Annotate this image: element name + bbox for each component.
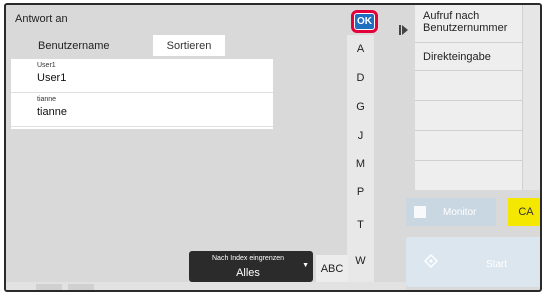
list-item-user1[interactable]: User1 User1 bbox=[11, 59, 273, 93]
index-w-button[interactable]: W bbox=[347, 255, 374, 267]
monitor-button: Monitor bbox=[406, 198, 496, 226]
index-column: A D G J M P T W bbox=[347, 35, 374, 282]
play-icon[interactable] bbox=[399, 25, 408, 35]
menu-item-label: Aufruf nach Benutzernummer bbox=[423, 10, 508, 34]
user-name: User1 bbox=[37, 72, 67, 84]
start-button: Start bbox=[406, 237, 540, 287]
user-index-label: User1 bbox=[37, 62, 56, 69]
index-j-button[interactable]: J bbox=[347, 130, 374, 142]
monitor-label: Monitor bbox=[443, 207, 477, 218]
narrow-value: Alles bbox=[236, 267, 260, 279]
dropdown-arrow-icon: ▼ bbox=[302, 262, 309, 269]
ca-button[interactable]: CA bbox=[508, 198, 540, 226]
narrow-by-index-dropdown[interactable]: Nach Index eingrenzen Alles ▼ bbox=[189, 251, 313, 282]
list-item-tianne[interactable]: tianne tianne bbox=[11, 93, 273, 127]
ok-label: OK bbox=[355, 14, 374, 29]
index-g-button[interactable]: G bbox=[347, 101, 374, 113]
user-list: User1 User1 tianne tianne bbox=[11, 59, 273, 129]
scroll-strip bbox=[522, 5, 540, 190]
bottom-status-bar bbox=[6, 282, 406, 290]
dialog-title: Antwort an bbox=[15, 13, 68, 25]
index-m-button[interactable]: M bbox=[347, 158, 374, 170]
narrow-caption: Nach Index eingrenzen bbox=[212, 255, 284, 262]
start-diamond-icon bbox=[424, 254, 438, 268]
index-t-button[interactable]: T bbox=[347, 219, 374, 231]
column-header-username: Benutzername bbox=[38, 40, 110, 52]
user-name: tianne bbox=[37, 106, 67, 118]
sort-button[interactable]: Sortieren bbox=[153, 35, 225, 56]
status-segment bbox=[36, 284, 62, 290]
index-a-button[interactable]: A bbox=[347, 43, 374, 55]
start-label: Start bbox=[486, 259, 508, 270]
abc-button[interactable]: ABC bbox=[316, 255, 348, 282]
user-index-label: tianne bbox=[37, 96, 57, 103]
ok-button[interactable]: OK bbox=[351, 10, 378, 33]
monitor-icon bbox=[414, 206, 426, 218]
index-p-button[interactable]: P bbox=[347, 186, 374, 198]
status-segment bbox=[68, 284, 94, 290]
index-d-button[interactable]: D bbox=[347, 72, 374, 84]
address-dialog: Antwort an Benutzername Sortieren User1 … bbox=[4, 3, 542, 292]
menu-item-label: Direkteingabe bbox=[423, 51, 491, 63]
